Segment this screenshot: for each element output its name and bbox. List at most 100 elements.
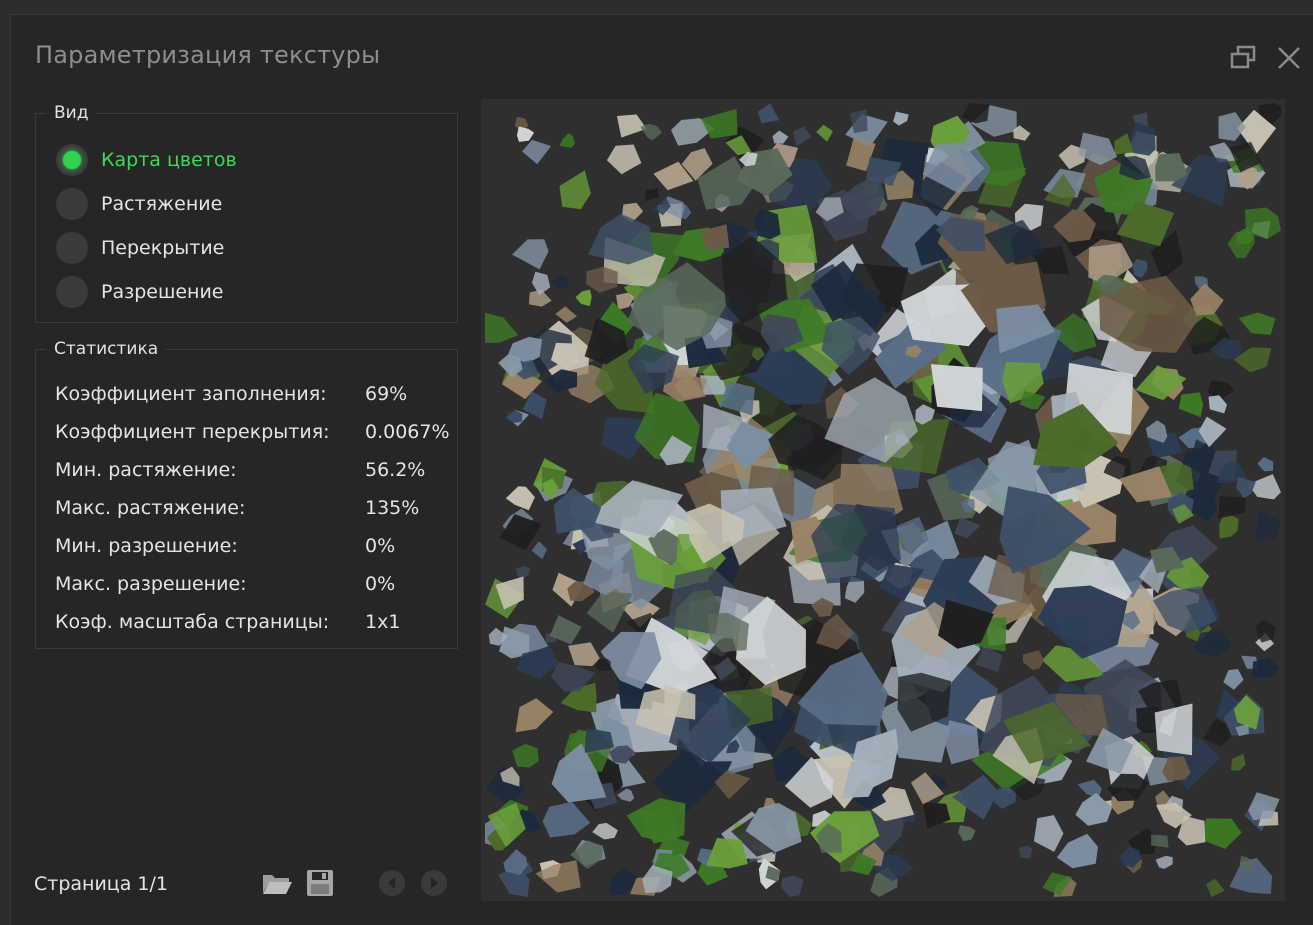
uv-island xyxy=(522,139,551,165)
uv-island xyxy=(531,541,547,560)
uv-island xyxy=(893,111,909,126)
uv-island xyxy=(1254,510,1281,540)
uv-island xyxy=(1018,845,1033,859)
restore-window-icon[interactable] xyxy=(1228,43,1258,73)
uv-island xyxy=(781,875,804,897)
stat-value: 135% xyxy=(365,497,420,519)
uv-texture-preview[interactable] xyxy=(481,99,1285,901)
uv-island xyxy=(922,802,951,829)
stat-label: Коэф. масштаба страницы: xyxy=(55,611,330,633)
radio-overlap[interactable] xyxy=(56,232,88,264)
texture-parametrization-window: Параметризация текстуры Вид Карта цветов… xyxy=(10,14,1313,925)
stat-row-max-resolution: Макс. разрешение: 0% xyxy=(55,573,395,595)
uv-island xyxy=(575,289,592,307)
stat-row-min-stretch: Мин. растяжение: 56.2% xyxy=(55,459,425,481)
uv-island xyxy=(644,188,659,201)
stat-row-fill-ratio: Коэффициент заполнения: 69% xyxy=(55,383,407,405)
uv-island xyxy=(792,126,812,147)
uv-island xyxy=(516,126,535,142)
uv-island xyxy=(1206,878,1225,897)
uv-island xyxy=(945,720,980,765)
uv-island xyxy=(1056,833,1098,869)
view-option-stretch[interactable]: Растяжение xyxy=(56,187,222,221)
view-option-label: Разрешение xyxy=(101,281,224,303)
view-option-label: Растяжение xyxy=(101,193,223,215)
next-page-icon[interactable] xyxy=(420,869,452,897)
uv-island xyxy=(930,364,983,412)
open-folder-icon[interactable] xyxy=(261,869,293,897)
stat-label: Макс. разрешение: xyxy=(55,573,247,595)
radio-color-map[interactable] xyxy=(56,144,88,176)
uv-island xyxy=(640,123,663,141)
uv-island xyxy=(1202,818,1242,849)
uv-island xyxy=(559,170,591,210)
stat-value: 0% xyxy=(365,573,396,595)
uv-island xyxy=(1218,112,1246,141)
uv-island xyxy=(512,743,539,768)
stat-row-min-resolution: Мин. разрешение: 0% xyxy=(55,535,395,557)
uv-island xyxy=(772,130,789,144)
view-option-color-map[interactable]: Карта цветов xyxy=(56,143,237,177)
uv-island xyxy=(586,591,633,633)
previous-page-icon[interactable] xyxy=(378,869,410,897)
uv-island xyxy=(1223,669,1244,690)
statistics-group: Статистика Коэффициент заполнения: 69% К… xyxy=(35,339,458,649)
uv-island xyxy=(626,798,686,843)
uv-island xyxy=(515,698,554,733)
uv-island xyxy=(1033,815,1064,852)
uv-island xyxy=(1236,476,1256,499)
uv-island xyxy=(1114,133,1134,155)
uv-island xyxy=(551,273,569,290)
radio-resolution[interactable] xyxy=(56,276,88,308)
radio-stretch[interactable] xyxy=(56,188,88,220)
window-title: Параметризация текстуры xyxy=(35,41,381,69)
uv-atlas-canvas xyxy=(485,103,1281,897)
uv-island xyxy=(592,822,618,840)
uv-island xyxy=(616,114,647,138)
uv-island xyxy=(485,312,519,343)
stat-value: 69% xyxy=(365,383,408,405)
view-option-label: Карта цветов xyxy=(101,149,237,171)
uv-island xyxy=(499,514,542,551)
stat-label: Макс. растяжение: xyxy=(55,497,246,519)
uv-island xyxy=(1190,283,1224,316)
uv-island xyxy=(1075,792,1113,826)
stat-label: Мин. разрешение: xyxy=(55,535,238,557)
uv-island xyxy=(606,144,642,175)
stat-value: 56.2% xyxy=(365,459,426,481)
view-option-overlap[interactable]: Перекрытие xyxy=(56,231,224,265)
uv-island xyxy=(1208,395,1227,414)
stat-label: Коэффициент заполнения: xyxy=(55,383,327,405)
close-icon[interactable] xyxy=(1274,43,1304,73)
uv-island xyxy=(586,266,618,293)
uv-island xyxy=(1178,392,1204,418)
stat-label: Мин. растяжение: xyxy=(55,459,237,481)
uv-island xyxy=(1230,753,1246,771)
uv-island xyxy=(958,825,976,842)
stat-row-overlap-ratio: Коэффициент перекрытия: 0.0067% xyxy=(55,421,450,443)
stat-value: 0.0067% xyxy=(365,421,450,443)
view-legend: Вид xyxy=(54,103,89,123)
uv-island xyxy=(568,642,600,667)
uv-island xyxy=(542,801,591,838)
stat-label: Коэффициент перекрытия: xyxy=(55,421,330,443)
stat-value: 0% xyxy=(365,535,396,557)
uv-island xyxy=(1135,365,1187,401)
view-option-label: Перекрытие xyxy=(101,237,225,259)
uv-island xyxy=(1154,703,1193,756)
uv-island xyxy=(1218,495,1246,519)
uv-island xyxy=(757,103,780,124)
uv-island xyxy=(954,517,981,539)
uv-island xyxy=(559,133,575,148)
uv-island xyxy=(1022,650,1045,670)
page-indicator: Страница 1/1 xyxy=(34,873,169,895)
uv-island xyxy=(505,486,535,511)
view-option-resolution[interactable]: Разрешение xyxy=(56,275,224,309)
save-icon[interactable] xyxy=(305,869,337,897)
stat-value: 1x1 xyxy=(365,611,401,633)
uv-island xyxy=(962,103,990,124)
stat-row-max-stretch: Макс. растяжение: 135% xyxy=(55,497,419,519)
uv-island xyxy=(1019,391,1046,410)
uv-island xyxy=(588,213,654,265)
uv-island xyxy=(706,838,748,869)
